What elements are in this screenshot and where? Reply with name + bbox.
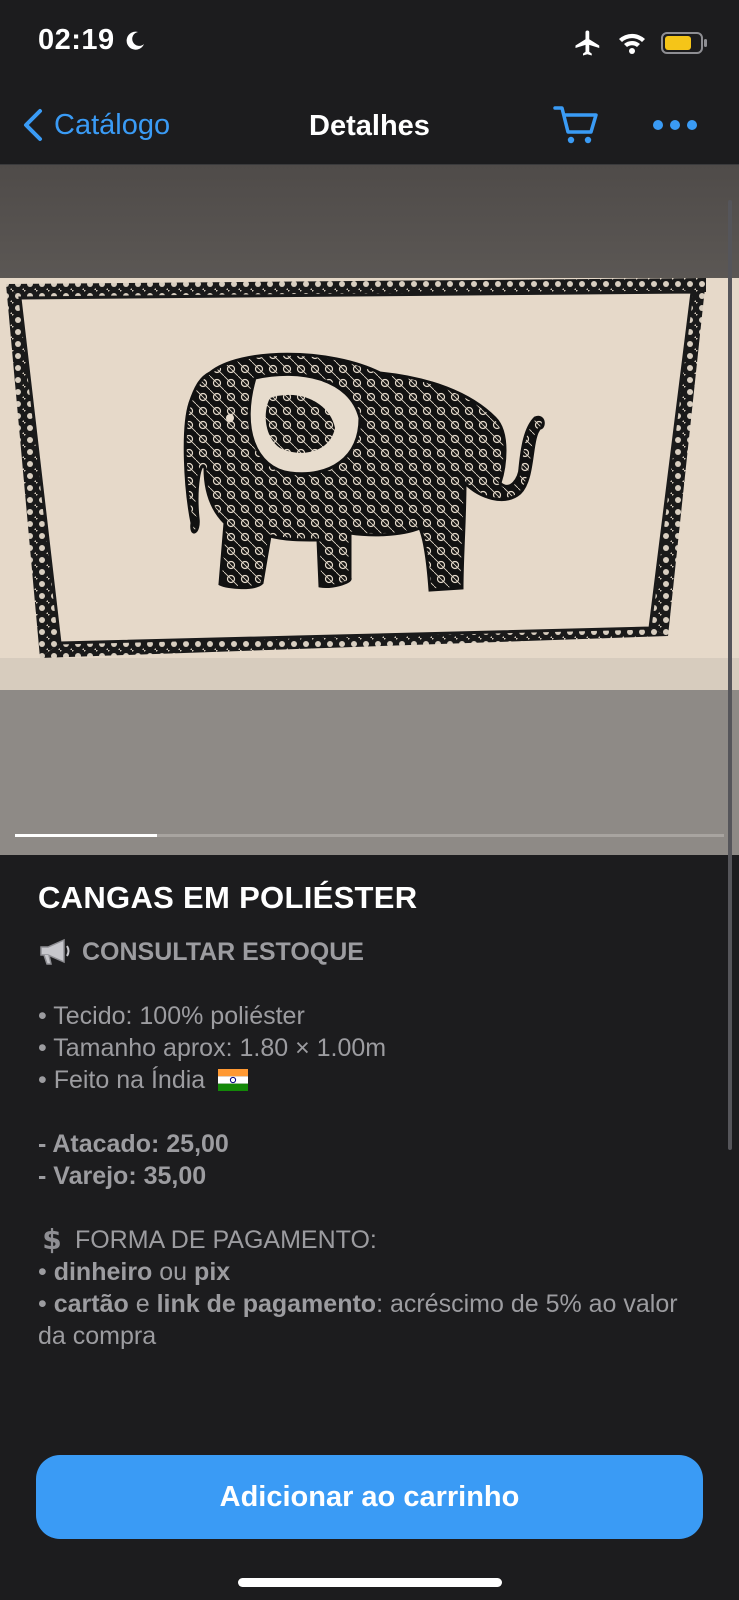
- india-flag-icon: [218, 1069, 249, 1091]
- product-image-gallery[interactable]: [0, 165, 739, 855]
- clock-time: 02:19: [38, 24, 115, 56]
- price-wholesale-label: - Atacado:: [38, 1130, 160, 1158]
- page-title: Detalhes: [309, 110, 430, 142]
- payment-cash: dinheiro: [53, 1258, 153, 1286]
- spec-fabric: • Tecido: 100% poliéster: [38, 1002, 305, 1030]
- stock-label: CONSULTAR ESTOQUE: [82, 938, 364, 966]
- payment-link: link de pagamento: [156, 1290, 377, 1318]
- ellipsis-icon: [653, 120, 697, 130]
- payment-and: e: [135, 1290, 150, 1318]
- home-indicator[interactable]: [238, 1578, 502, 1587]
- payment-heading: $ FORMA DE PAGAMENTO:: [38, 1223, 708, 1256]
- price-retail-label: - Varejo:: [38, 1162, 137, 1190]
- battery-icon: [661, 32, 707, 54]
- price-retail-value: 35,00: [143, 1162, 207, 1190]
- wifi-icon: [619, 33, 645, 54]
- airplane-icon: [575, 30, 600, 56]
- status-icons: [573, 28, 709, 58]
- moon-icon: [126, 31, 144, 50]
- cart-button[interactable]: [553, 104, 599, 151]
- price-retail: - Varejo: 35,00: [38, 1160, 708, 1192]
- price-wholesale: - Atacado: 25,00: [38, 1128, 708, 1160]
- payment-card: cartão: [53, 1290, 129, 1318]
- cart-icon: [553, 106, 598, 144]
- product-photo[interactable]: [0, 278, 739, 690]
- status-time: 02:19: [38, 24, 147, 57]
- spec-origin: • Feito na Índia: [38, 1064, 708, 1096]
- spec-size: • Tamanho aprox: 1.80 × 1.00m: [38, 1034, 387, 1062]
- add-to-cart-button[interactable]: Adicionar ao carrinho: [36, 1455, 703, 1539]
- stock-line: CONSULTAR ESTOQUE: [38, 936, 708, 968]
- payment-line-cash: • dinheiro ou pix: [38, 1256, 708, 1288]
- product-title: CANGAS EM POLIÉSTER: [38, 880, 418, 915]
- bullet: •: [38, 1290, 47, 1318]
- scrollbar[interactable]: [728, 200, 732, 1150]
- payment-or: ou: [159, 1258, 188, 1286]
- spec-origin-text: • Feito na Índia: [38, 1066, 206, 1094]
- page-indicator: [15, 834, 724, 837]
- svg-text:$: $: [42, 1224, 61, 1254]
- more-options-button[interactable]: [652, 118, 698, 137]
- product-description: CONSULTAR ESTOQUE • Tecido: 100% poliést…: [38, 936, 708, 1352]
- megaphone-icon: [40, 938, 70, 965]
- payment-line-card: • cartão e link de pagamento: acréscimo …: [38, 1288, 708, 1352]
- product-details: CANGAS EM POLIÉSTER CONSULTAR ESTOQUE • …: [38, 880, 708, 1352]
- payment-pix: pix: [194, 1258, 231, 1286]
- navigation-bar: Catálogo Detalhes: [0, 90, 739, 165]
- page-indicator-progress: [15, 834, 157, 837]
- status-bar: 02:19: [0, 0, 739, 90]
- bullet: •: [38, 1258, 47, 1286]
- payment-heading-text: FORMA DE PAGAMENTO:: [74, 1226, 377, 1254]
- price-wholesale-value: 25,00: [166, 1130, 229, 1158]
- dollar-sign-icon: $: [42, 1223, 61, 1256]
